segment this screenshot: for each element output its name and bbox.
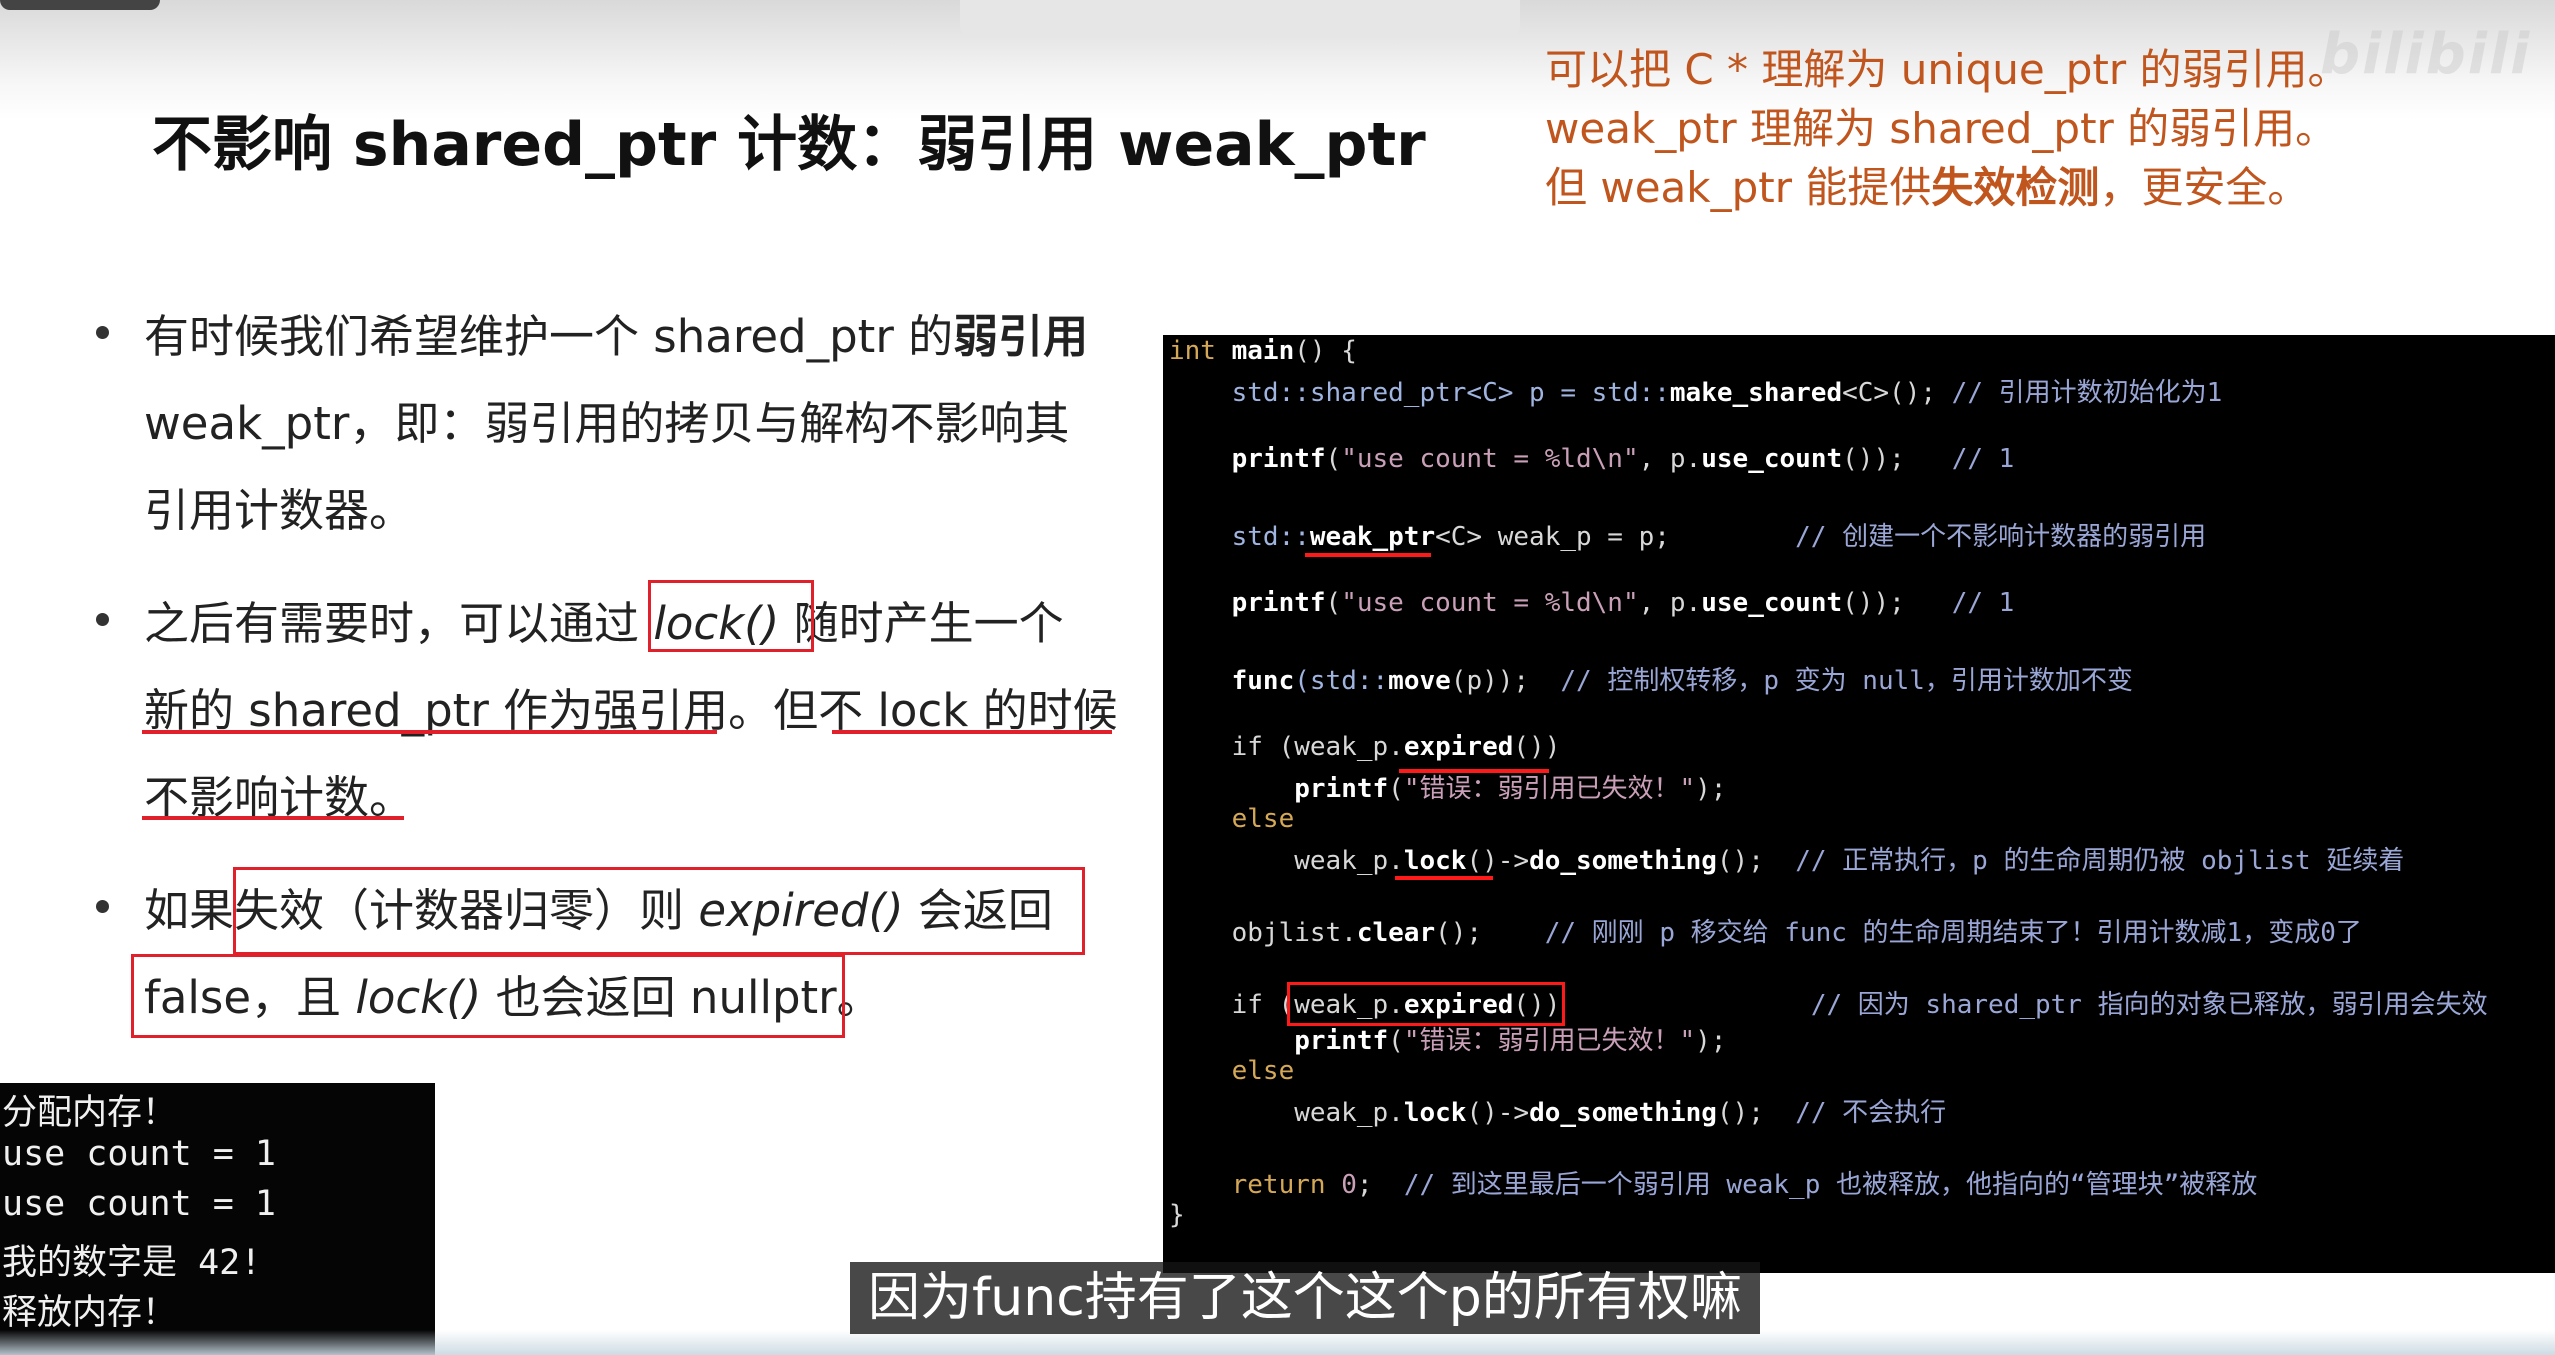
side-note-line-3: 但 weak_ptr 能提供失效检测，更安全。 (1545, 163, 2310, 212)
code-line: return 0; // 到这里最后一个弱引用 weak_p 也被释放，他指向的… (1169, 1170, 2258, 1200)
terminal-line: use count = 1 (2, 1184, 276, 1224)
side-note-line-2: weak_ptr 理解为 shared_ptr 的弱引用。 (1545, 104, 2338, 153)
avatar (0, 0, 160, 10)
code-line: } (1169, 1200, 1185, 1230)
code-line: int main() { (1169, 336, 1357, 366)
code-line: printf("use count = %ld\n", p.use_count(… (1231, 588, 2015, 618)
bilibili-watermark: bilibili (2320, 22, 2532, 87)
bullet-dot (96, 900, 109, 913)
nullptr-highlight-box (131, 954, 845, 1038)
slide-title: 不影响 shared_ptr 计数：弱引用 weak_ptr (152, 110, 1426, 180)
code-panel: int main() { std::shared_ptr<C> p = std:… (1163, 335, 2555, 1273)
bullet-1-line-2: weak_ptr，即：弱引用的拷贝与解构不影响其 (144, 397, 1070, 450)
code-line: std::weak_ptr<C> weak_p = p; // 创建一个不影响计… (1169, 522, 2207, 552)
video-subtitle: 因为func持有了这个这个p的所有权嘛 (850, 1262, 1760, 1334)
code-line: printf("错误：弱引用已失效！"); (1294, 774, 1727, 804)
bullet-2-line-1: 之后有需要时，可以通过 lock() 随时产生一个 (144, 597, 1064, 650)
expired-highlight-box (233, 867, 1085, 955)
video-top-bar (960, 0, 1520, 36)
bullet-dot (96, 326, 109, 339)
underline-lock (1395, 876, 1493, 880)
underline-no-count (142, 816, 404, 820)
underline-no-lock (832, 730, 1112, 734)
bullet-1-line-3: 引用计数器。 (144, 484, 415, 537)
code-line: printf("use count = %ld\n", p.use_count(… (1231, 444, 2015, 474)
terminal-line: 分配内存！ (2, 1093, 178, 1133)
terminal-line: use count = 1 (2, 1134, 276, 1174)
side-note: 可以把 C * 理解为 unique_ptr 的弱引用。 weak_ptr 理解… (1545, 40, 2350, 217)
bullet-1-line-1: 有时候我们希望维护一个 shared_ptr 的弱引用 (144, 310, 1089, 363)
terminal-line: 我的数字是 42! (2, 1243, 262, 1283)
code-line: else (1169, 1056, 1295, 1086)
underline-weak-ptr (1305, 553, 1431, 557)
code-line: objlist.clear(); // 刚刚 p 移交给 func 的生命周期结… (1169, 918, 2362, 948)
code-line: weak_p.lock()->do_something(); // 正常执行，p… (1169, 846, 2405, 876)
side-note-line-1: 可以把 C * 理解为 unique_ptr 的弱引用。 (1545, 45, 2350, 94)
underline-expired (1399, 769, 1549, 773)
code-line: std::shared_ptr<C> p = std::make_shared<… (1169, 378, 2223, 408)
lock-highlight-box (648, 580, 814, 652)
terminal-line: 释放内存！ (2, 1293, 178, 1333)
code-line: weak_p.lock()->do_something(); // 不会执行 (1169, 1098, 1947, 1128)
underline-new-shared-ptr (142, 730, 717, 734)
bullet-dot (96, 613, 109, 626)
code-line: else (1169, 804, 1295, 834)
terminal-output: 分配内存！ use count = 1 use count = 1 我的数字是 … (0, 1083, 435, 1355)
code-line: if (weak_p.expired()) (1169, 732, 1561, 762)
expired-call-box (1287, 982, 1565, 1026)
code-line: func(std::move(p)); // 控制权转移，p 变为 null，引… (1231, 666, 2133, 696)
